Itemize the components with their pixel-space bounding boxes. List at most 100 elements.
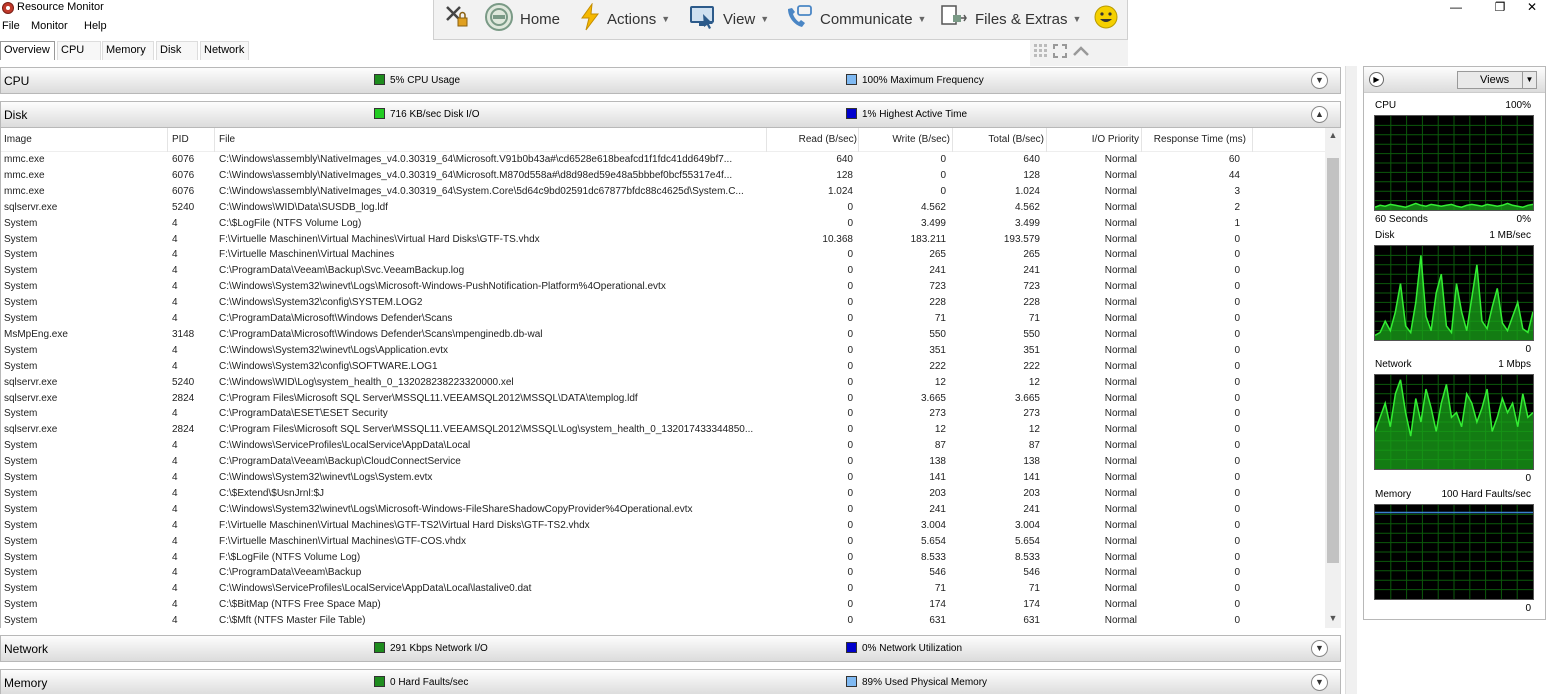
table-row[interactable]: System 4 F:\Virtuelle Maschinen\Virtual Ma… [1, 247, 1326, 263]
expand-chevron-icon[interactable]: ▼ [1311, 640, 1328, 657]
table-row[interactable]: System 4 C:\Windows\System32\winevt\Logs\S… [1, 470, 1326, 486]
table-scrollbar[interactable]: ▲ ▼ [1325, 128, 1341, 628]
table-row[interactable]: sqlservr.exe 5240 C:\Windows\WID\Log\syste… [1, 375, 1326, 391]
table-row[interactable]: System 4 C:\ProgramData\ESET\ESET Security… [1, 406, 1326, 422]
table-row[interactable]: System 4 C:\$Mft (NTFS Master File Table) 0… [1, 613, 1326, 628]
table-row[interactable]: System 4 F:\$LogFile (NTFS Volume Log) 0 8.5… [1, 550, 1326, 566]
memory-section-header[interactable]: Memory 0 Hard Faults/sec 89% Used Physic… [0, 669, 1341, 694]
cell-write: 203 [929, 487, 946, 499]
views-dropdown[interactable]: Views ▼ [1457, 71, 1537, 89]
expand-chevron-icon[interactable]: ▼ [1311, 72, 1328, 89]
scrollbar-thumb[interactable] [1327, 158, 1339, 563]
cell-write: 241 [929, 503, 946, 515]
column-header-write[interactable]: Write (B/sec) [863, 134, 950, 145]
table-row[interactable]: System 4 F:\Virtuelle Maschinen\Virtual Ma… [1, 518, 1326, 534]
section-title: CPU [4, 74, 30, 88]
cell-write: 141 [929, 472, 946, 483]
column-header-pid[interactable]: PID [172, 134, 212, 145]
table-row[interactable]: mmc.exe 6076 C:\Windows\assembly\NativeIma… [1, 184, 1326, 200]
table-row[interactable]: System 4 C:\ProgramData\Veeam\Backup\Cloud… [1, 454, 1326, 470]
tab-cpu[interactable]: CPU [57, 41, 101, 60]
column-separator[interactable] [214, 128, 215, 152]
column-separator[interactable] [766, 128, 767, 152]
table-row[interactable]: System 4 C:\Windows\ServiceProfiles\LocalS… [1, 581, 1326, 597]
tab-memory[interactable]: Memory [102, 41, 154, 60]
tab-overview[interactable]: Overview [0, 41, 55, 60]
close-button[interactable]: ✕ [1512, 0, 1546, 16]
cell-priority: Normal [1104, 281, 1137, 293]
table-row[interactable]: System 4 C:\ProgramData\Veeam\Backup\Svc.V… [1, 263, 1326, 279]
home-button[interactable]: Home [484, 3, 560, 34]
column-header-priority[interactable]: I/O Priority [1051, 134, 1139, 145]
cpu-graph-max: 100% [1505, 100, 1531, 111]
column-separator[interactable] [952, 128, 953, 152]
menu-file[interactable]: File [2, 20, 20, 32]
tab-network[interactable]: Network [200, 41, 249, 60]
table-row[interactable]: System 4 F:\Virtuelle Maschinen\Virtual Ma… [1, 534, 1326, 550]
table-row[interactable]: MsMpEng.exe 3148 C:\ProgramData\Microsoft\… [1, 327, 1326, 343]
collapse-pane-arrow-icon[interactable]: ▶ [1369, 72, 1384, 87]
table-row[interactable]: System 4 C:\$LogFile (NTFS Volume Log) 0 3.4… [1, 216, 1326, 232]
cell-write: 8.533 [920, 551, 946, 563]
table-row[interactable]: System 4 C:\Windows\System32\config\SOFTWA… [1, 359, 1326, 375]
network-utilization-swatch [846, 642, 857, 653]
grid-icon[interactable] [1034, 44, 1048, 61]
scroll-down-arrow-icon[interactable]: ▼ [1325, 613, 1341, 627]
column-separator[interactable] [858, 128, 859, 152]
collapse-toolbar-icon[interactable] [1072, 45, 1090, 60]
cell-response-time: 0 [1234, 599, 1240, 611]
column-separator[interactable] [167, 128, 168, 152]
files-extras-menu[interactable]: Files & Extras ▼ [939, 4, 1081, 34]
table-row[interactable]: System 4 C:\Windows\System32\winevt\Logs\M… [1, 279, 1326, 295]
network-section-header[interactable]: Network 291 Kbps Network I/O 0% Network … [0, 635, 1341, 662]
actions-menu[interactable]: Actions ▼ [579, 2, 670, 34]
menu-help[interactable]: Help [84, 20, 107, 32]
cell-read: 0 [847, 599, 853, 611]
cell-read: 0 [847, 535, 853, 547]
table-row[interactable]: System 4 C:\$Extend\$UsnJrnl:$J 0 203 203 Norm… [1, 486, 1326, 502]
cpu-section-header[interactable]: CPU 5% CPU Usage 100% Maximum Frequency … [0, 67, 1341, 94]
tab-disk[interactable]: Disk [156, 41, 198, 60]
disconnect-button[interactable] [444, 4, 476, 34]
column-header-response-time[interactable]: Response Time (ms) [1146, 134, 1246, 145]
splitter-bar[interactable] [1345, 66, 1357, 694]
table-row[interactable]: sqlservr.exe 2824 C:\Program Files\Microso… [1, 422, 1326, 438]
expand-chevron-icon[interactable]: ▼ [1311, 674, 1328, 691]
table-row[interactable]: System 4 C:\Windows\ServiceProfiles\LocalS… [1, 438, 1326, 454]
column-header-file[interactable]: File [219, 134, 767, 145]
cell-priority: Normal [1104, 599, 1137, 611]
table-row[interactable]: sqlservr.exe 2824 C:\Program Files\Microso… [1, 391, 1326, 407]
table-row[interactable]: mmc.exe 6076 C:\Windows\assembly\NativeIma… [1, 168, 1326, 184]
fullscreen-icon[interactable] [1053, 44, 1067, 61]
table-row[interactable]: System 4 C:\ProgramData\Veeam\Backup 0 546 54… [1, 565, 1326, 581]
view-label: View [723, 10, 756, 28]
cell-response-time: 0 [1234, 551, 1240, 563]
menu-monitor[interactable]: Monitor [31, 20, 68, 32]
column-separator[interactable] [1046, 128, 1047, 152]
cell-read: 0 [847, 456, 853, 468]
disk-section-header[interactable]: Disk 716 KB/sec Disk I/O 1% Highest Acti… [0, 101, 1341, 128]
communicate-menu[interactable]: Communicate ▼ [784, 4, 926, 34]
collapse-chevron-icon[interactable]: ▲ [1311, 106, 1328, 123]
table-row[interactable]: System 4 C:\ProgramData\Microsoft\Windows … [1, 311, 1326, 327]
column-header-image[interactable]: Image [4, 134, 164, 145]
view-menu[interactable]: View ▼ [689, 4, 769, 34]
table-row[interactable]: System 4 C:\Windows\System32\config\SYSTEM… [1, 295, 1326, 311]
column-header-read[interactable]: Read (B/sec) [771, 134, 857, 145]
cell-image: sqlservr.exe [4, 201, 58, 213]
table-row[interactable]: System 4 C:\$BitMap (NTFS Free Space Map) 0… [1, 597, 1326, 613]
table-row[interactable]: System 4 C:\Windows\System32\winevt\Logs\A… [1, 343, 1326, 359]
table-row[interactable]: System 4 F:\Virtuelle Maschinen\Virtual Ma… [1, 232, 1326, 248]
section-title: Disk [4, 108, 28, 122]
feedback-smiley-button[interactable] [1094, 4, 1124, 34]
cell-image: mmc.exe [4, 185, 45, 197]
cell-response-time: 0 [1234, 328, 1240, 340]
scroll-up-arrow-icon[interactable]: ▲ [1325, 130, 1341, 144]
minimize-button[interactable]: — [1436, 0, 1476, 16]
table-row[interactable]: sqlservr.exe 5240 C:\Windows\WID\Data\SUSD… [1, 200, 1326, 216]
table-row[interactable]: mmc.exe 6076 C:\Windows\assembly\NativeIma… [1, 152, 1326, 168]
column-header-total[interactable]: Total (B/sec) [957, 134, 1044, 145]
column-separator[interactable] [1252, 128, 1253, 152]
table-row[interactable]: System 4 C:\Windows\System32\winevt\Logs\M… [1, 502, 1326, 518]
column-separator[interactable] [1141, 128, 1142, 152]
